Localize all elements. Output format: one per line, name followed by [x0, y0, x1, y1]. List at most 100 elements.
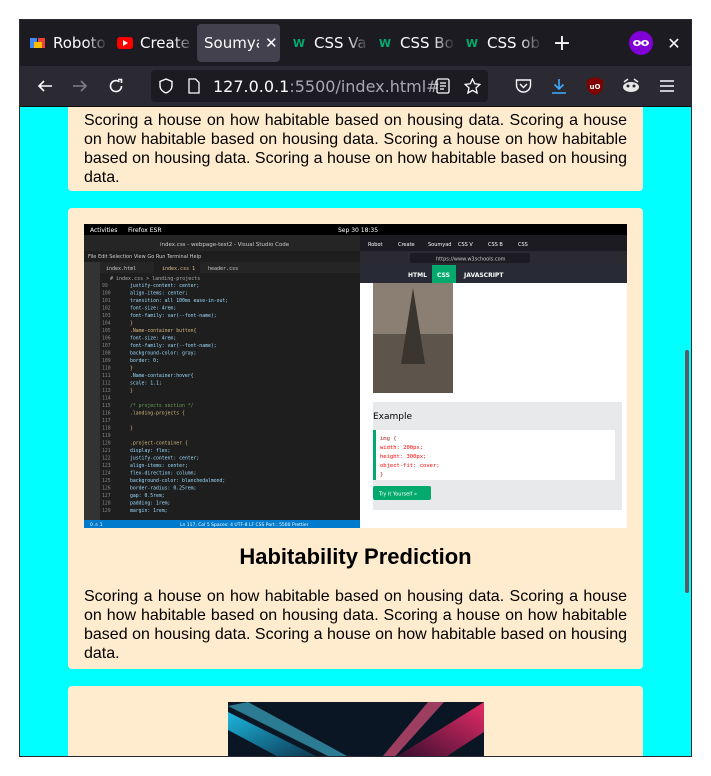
os-app-label: Firefox ESR	[128, 227, 162, 234]
code-line-number: 104	[102, 321, 111, 327]
new-tab-plus-icon[interactable]: +	[550, 31, 574, 56]
code-line-text: border-radius: 0.25rem;	[130, 486, 196, 492]
editor-tab: index.css 1	[162, 266, 195, 272]
tab-bar: Roboto Create Soumya ✕ W CSS Va W CSS Bo…	[20, 20, 691, 66]
code-line-number: 128	[102, 501, 111, 507]
example-code-line: width: 200px;	[380, 445, 423, 451]
code-line-text: align-items: center;	[130, 291, 188, 297]
code-line-text: padding: 1rem;	[130, 501, 170, 507]
code-line-text: }	[130, 366, 133, 372]
address-bar[interactable]: 127.0.0.1:5500/index.html#	[151, 70, 488, 102]
code-line-text: flex-direction: column;	[130, 471, 196, 477]
os-activities-label: Activities	[90, 227, 117, 234]
tab-create[interactable]: Create	[117, 24, 195, 62]
code-line-text: justify-content: center;	[130, 456, 199, 462]
project-screenshot-image: Activities Firefox ESR Sep 30 18:35 inde…	[84, 224, 627, 528]
code-line-number: 120	[102, 441, 111, 447]
code-line-text: display: flex;	[130, 448, 170, 454]
project-card: Activities Firefox ESR Sep 30 18:35 inde…	[68, 208, 643, 669]
project-title: Habitability Prediction	[239, 544, 472, 569]
example-code-line: }	[380, 472, 383, 478]
youtube-favicon-icon	[117, 35, 133, 51]
example-code-line: height: 300px;	[380, 454, 426, 460]
code-line-number: 109	[102, 358, 111, 364]
downloads-icon[interactable]	[548, 75, 570, 97]
tab-soumya[interactable]: Soumya ✕	[197, 24, 280, 62]
code-line-number: 110	[102, 366, 111, 372]
inner-tab-label: Soumyad	[428, 242, 451, 248]
bookmark-star-icon[interactable]	[462, 76, 482, 96]
inner-tab-label: CSS B	[488, 242, 503, 248]
code-line-number: 101	[102, 298, 111, 304]
editor-tab: index.html	[106, 266, 136, 272]
code-line-number: 117	[102, 418, 111, 424]
svg-text:uO: uO	[590, 83, 601, 91]
project-description: Scoring a house on how habitable based o…	[84, 112, 627, 186]
project-card	[68, 686, 643, 756]
close-window-icon[interactable]: ✕	[664, 32, 684, 54]
shield-icon[interactable]	[157, 77, 175, 95]
reader-view-icon[interactable]	[434, 77, 452, 95]
code-line-number: 124	[102, 471, 111, 477]
private-browsing-mask-icon[interactable]	[628, 30, 654, 56]
ublock-origin-icon[interactable]: uO	[584, 75, 606, 97]
page-info-icon[interactable]	[185, 77, 203, 95]
tab-css-bo[interactable]: W CSS Bo	[377, 24, 455, 62]
code-line-text: align-items: center;	[130, 463, 188, 469]
code-line-text: }	[130, 388, 133, 394]
code-line-text: .Name-container button{	[130, 328, 197, 334]
w3schools-favicon-icon: W	[378, 36, 392, 50]
code-line-number: 108	[102, 351, 111, 357]
code-line-number: 111	[102, 373, 111, 379]
hamburger-menu-icon[interactable]	[656, 75, 678, 97]
project-card: Scoring a house on how habitable based o…	[68, 107, 643, 191]
inner-url: https://www.w3schools.com	[436, 257, 506, 263]
tab-label: Soumya	[204, 34, 259, 52]
code-line-text: font-family: var(--font-name);	[130, 343, 217, 349]
inner-tab-label: Create	[398, 242, 415, 248]
example-code-line: object-fit: cover;	[380, 463, 440, 469]
tab-css-ob[interactable]: W CSS ob	[464, 24, 542, 62]
editor-title: index.css - webpage-test2 - Visual Studi…	[160, 242, 290, 248]
pocket-icon[interactable]	[512, 75, 534, 97]
code-line-number: 115	[102, 403, 111, 409]
w3-nav-css: CSS	[437, 272, 450, 279]
code-line-number: 129	[102, 508, 111, 514]
code-line-text: justify-content: center;	[130, 283, 199, 289]
example-title: Example	[373, 412, 413, 422]
code-line-text: .Name-container:hover{	[130, 373, 194, 379]
editor-breadcrumb: # index.css > landing-projects	[110, 276, 200, 282]
w3-nav-html: HTML	[408, 272, 427, 279]
code-line-text: font-family: var(--font-name);	[130, 313, 217, 319]
code-line-number: 114	[102, 396, 111, 402]
inner-tab-label: CSS V	[458, 242, 473, 248]
roboto-favicon-icon	[30, 35, 46, 51]
w3-nav-javascript: JAVASCRIPT	[463, 272, 504, 279]
code-line-number: 105	[102, 328, 111, 334]
url-host: 127.0.0.1	[213, 77, 290, 96]
code-line-text: gap: 0.5rem;	[130, 493, 165, 499]
forward-arrow-icon[interactable]	[68, 74, 92, 98]
close-tab-icon[interactable]: ✕	[265, 34, 278, 52]
extension-icon[interactable]	[620, 75, 642, 97]
url-text: 127.0.0.1:5500/index.html#	[213, 77, 440, 96]
code-line-number: 127	[102, 493, 111, 499]
code-line-number: 113	[102, 388, 111, 394]
code-line-number: 106	[102, 336, 111, 342]
w3schools-favicon-icon: W	[465, 36, 479, 50]
code-line-number: 119	[102, 433, 111, 439]
page-scrollbar[interactable]	[685, 350, 689, 593]
inner-tab-label: CSS	[518, 242, 528, 248]
project-description: Scoring a house on how habitable based o…	[84, 588, 627, 662]
code-line-text: transition: all 100ms ease-in-out;	[130, 298, 228, 304]
code-line-number: 125	[102, 478, 111, 484]
inner-tab-label: Robot	[368, 242, 383, 248]
tab-roboto[interactable]: Roboto	[30, 24, 108, 62]
code-line-text: border: 0;	[130, 358, 159, 364]
tab-css-va[interactable]: W CSS Va	[291, 24, 369, 62]
code-line-text: .project-container {	[130, 441, 188, 447]
reload-icon[interactable]	[104, 74, 128, 98]
try-it-button: Try it Yourself »	[378, 492, 417, 498]
w3schools-favicon-icon: W	[292, 36, 306, 50]
back-arrow-icon[interactable]	[33, 74, 57, 98]
